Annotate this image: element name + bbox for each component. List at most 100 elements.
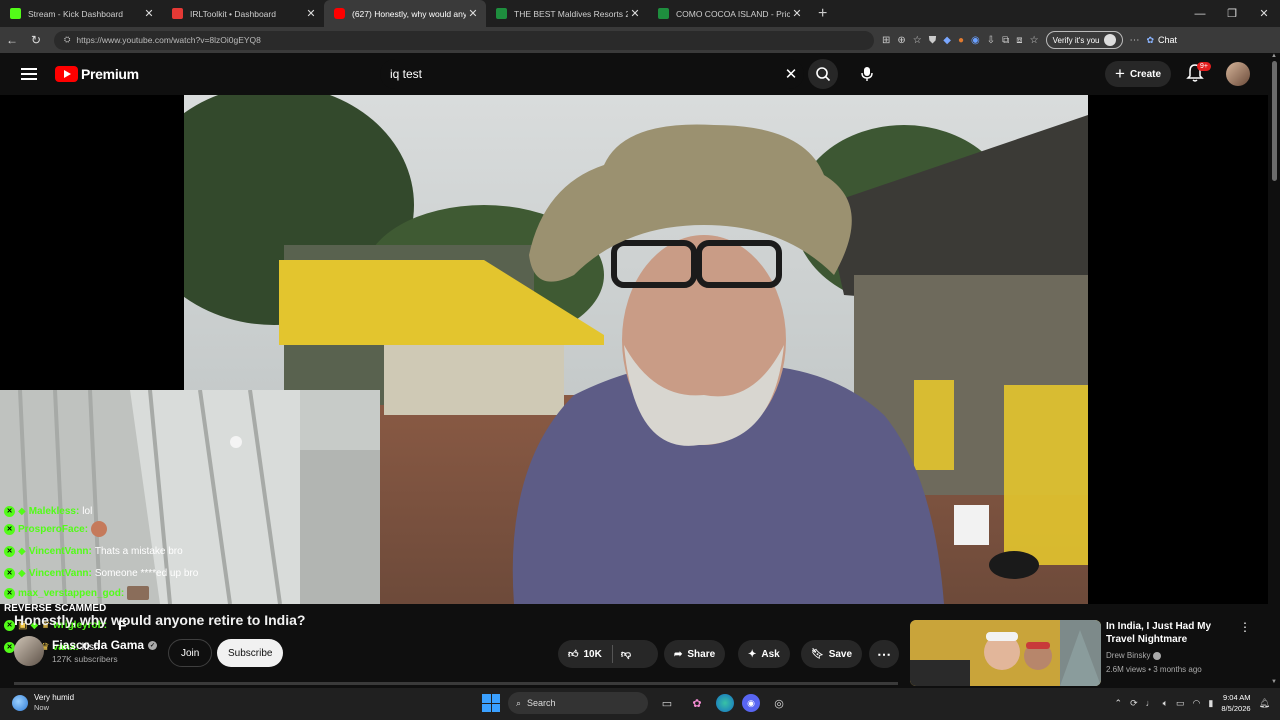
channel-avatar[interactable] [14, 636, 44, 666]
close-tab-icon[interactable]: ✕ [304, 7, 318, 20]
like-button[interactable]: 👍︎ 10K [558, 645, 613, 663]
network-icon[interactable]: ◠ [1193, 698, 1201, 709]
moderator-badge-icon: ✕ [4, 587, 15, 599]
emote-face-icon [91, 521, 108, 537]
menu-hamburger-icon[interactable] [21, 65, 37, 83]
channel-info: Fiasco da Gama ✓ 127K subscribers [14, 636, 158, 666]
battery-icon[interactable]: ▮ [1208, 698, 1213, 709]
account-avatar[interactable] [1226, 62, 1250, 86]
join-button[interactable]: Join [168, 639, 213, 667]
extension-icon[interactable]: ● [958, 35, 964, 46]
recommended-video[interactable]: In India, I Just Had My Travel Nightmare… [910, 620, 1260, 686]
split-view-icon[interactable]: ⧈ [1016, 35, 1022, 46]
discord-icon[interactable]: ◉ [742, 694, 760, 712]
chat-message: ✕ ◆ Malekless: lol [0, 504, 380, 518]
notifications-button[interactable]: 9+ [1186, 62, 1211, 85]
close-tab-icon[interactable]: ✕ [628, 7, 642, 20]
extension-icon[interactable]: ◆ [943, 35, 951, 46]
copilot-chat-button[interactable]: ✿ Chat [1147, 35, 1178, 46]
display-icon[interactable]: ▭ [1176, 698, 1185, 709]
recommended-thumbnail[interactable] [910, 620, 1101, 686]
microphone-tray-icon[interactable]: ♩ [1146, 698, 1155, 708]
scrollbar-thumb[interactable] [1272, 61, 1277, 181]
thumbs-up-icon: 👍︎ [568, 649, 579, 660]
recommended-channel-row: Drew Binsky [1106, 651, 1236, 660]
share-button[interactable]: ➦ Share [664, 640, 726, 668]
moderator-badge-icon: ✕ [4, 523, 15, 535]
windows-taskbar: Very humid Now ⌕ Search ▭ ✿ ◉ ◎ ⌃ ⟳ ♩ 🔈︎… [0, 688, 1280, 720]
shield-extension-icon[interactable]: ⛊ [929, 35, 937, 46]
channel-name[interactable]: Fiasco da Gama [52, 638, 144, 652]
scroll-down-icon[interactable]: ▼ [1271, 679, 1277, 685]
tab-youtube-video[interactable]: (627) Honestly, why would anyone ✕ [324, 0, 486, 27]
scroll-up-icon[interactable]: ▲ [1271, 53, 1277, 59]
page-scrollbar[interactable]: ▲ ▼ [1268, 53, 1280, 685]
obs-recording-icon[interactable]: ◎ [768, 692, 790, 714]
recommended-title[interactable]: In India, I Just Had My Travel Nightmare [1106, 620, 1236, 646]
windows-start-icon[interactable] [482, 694, 500, 712]
subscribe-button[interactable]: Subscribe [217, 639, 284, 667]
video-title: Honestly, why would anyone retire to Ind… [14, 612, 306, 628]
close-tab-icon[interactable]: ✕ [142, 7, 156, 20]
sparkle-icon: ✦ [748, 648, 757, 660]
close-tab-icon[interactable]: ✕ [790, 7, 804, 20]
more-menu-icon[interactable]: ⋯ [1130, 35, 1140, 46]
clear-search-icon[interactable]: ✕ [778, 65, 804, 83]
microphone-icon [861, 67, 873, 81]
back-arrow-icon[interactable]: ← [0, 33, 24, 47]
search-button[interactable] [808, 59, 838, 89]
ask-button[interactable]: ✦ Ask [738, 640, 790, 668]
sync-icon[interactable]: ⟳ [1130, 698, 1138, 709]
dislike-button[interactable]: 👎︎ [613, 648, 639, 660]
volume-icon[interactable]: 🔈︎ [1163, 698, 1168, 709]
tab-irltoolkit[interactable]: IRLToolkit • Dashboard ✕ [162, 0, 324, 27]
favorites-icon[interactable]: ☆ [1030, 35, 1039, 46]
sheets-favicon-icon [658, 8, 669, 19]
verify-identity-button[interactable]: Verify it's you [1045, 31, 1123, 49]
bookmark-star-icon[interactable]: ☆ [913, 35, 922, 46]
voice-search-button[interactable] [852, 59, 882, 89]
minimize-icon[interactable]: — [1184, 8, 1216, 20]
extension-icon[interactable]: ◉ [971, 35, 980, 46]
save-button[interactable]: 🔖︎ Save [801, 640, 863, 668]
more-actions-button[interactable]: ⋯ [869, 640, 899, 668]
extensions-row: ⊞ ⊕ ☆ ⛊ ◆ ● ◉ ⇩ ⧉ ⧈ ☆ Verify it's you ⋯ … [882, 31, 1177, 49]
close-window-icon[interactable]: ✕ [1248, 7, 1280, 20]
url-field[interactable]: ⛭ https://www.youtube.com/watch?v=8lzOi0… [54, 30, 874, 50]
recommended-more-icon[interactable]: ⋮ [1236, 620, 1254, 686]
recommended-channel[interactable]: Drew Binsky [1106, 651, 1150, 660]
youtube-premium-logo[interactable]: Premium [55, 66, 139, 82]
reload-icon[interactable]: ↻ [24, 33, 48, 47]
download-icon[interactable]: ⇩ [987, 35, 995, 46]
edge-browser-icon[interactable] [716, 694, 734, 712]
notification-bell-icon[interactable]: 🔔︎ [1259, 698, 1270, 709]
taskbar-search[interactable]: ⌕ Search [508, 692, 648, 714]
zoom-icon[interactable]: ⊕ [897, 35, 905, 46]
tray-overflow-chevron-icon[interactable]: ⌃ [1115, 698, 1123, 709]
tab-maldives-resorts[interactable]: THE BEST Maldives Resorts 2026 ( ✕ [486, 0, 648, 27]
tab-como-cocoa[interactable]: COMO COCOA ISLAND - Prices & ✕ [648, 0, 810, 27]
plus-icon: + [1115, 64, 1125, 83]
extensions-puzzle-icon[interactable]: ⧉ [1002, 35, 1009, 46]
tab-kick-dashboard[interactable]: Stream - Kick Dashboard ✕ [0, 0, 162, 27]
site-info-icon[interactable]: ⛭ [64, 35, 70, 45]
search-icon: ⌕ [516, 697, 522, 708]
tab-label: COMO COCOA ISLAND - Prices & [676, 8, 790, 19]
restore-icon[interactable]: ❐ [1216, 7, 1248, 20]
new-tab-button[interactable]: + [818, 5, 827, 23]
video-player[interactable]: ✕ ◆ Malekless: lol ✕ ProsperoFace: ✕ ◆ V… [0, 95, 1268, 653]
weather-widget[interactable]: Very humid Now [12, 693, 74, 712]
create-button[interactable]: + Create [1105, 61, 1172, 87]
verified-check-icon: ✓ [148, 640, 158, 650]
task-view-icon[interactable]: ▭ [656, 692, 678, 714]
vip-diamond-icon: ◆ [18, 505, 26, 517]
channel-name-row[interactable]: Fiasco da Gama ✓ [52, 638, 158, 652]
search-input[interactable]: iq test [390, 67, 778, 81]
install-app-icon[interactable]: ⊞ [882, 35, 890, 46]
taskbar-clock[interactable]: 9:04 AM 8/5/2026 [1221, 692, 1250, 714]
chat-label: Chat [1158, 35, 1178, 45]
close-tab-icon[interactable]: ✕ [466, 7, 480, 20]
search-box[interactable]: iq test ✕ [380, 59, 804, 89]
copilot-app-icon[interactable]: ✿ [686, 692, 708, 714]
search-icon [816, 67, 831, 82]
